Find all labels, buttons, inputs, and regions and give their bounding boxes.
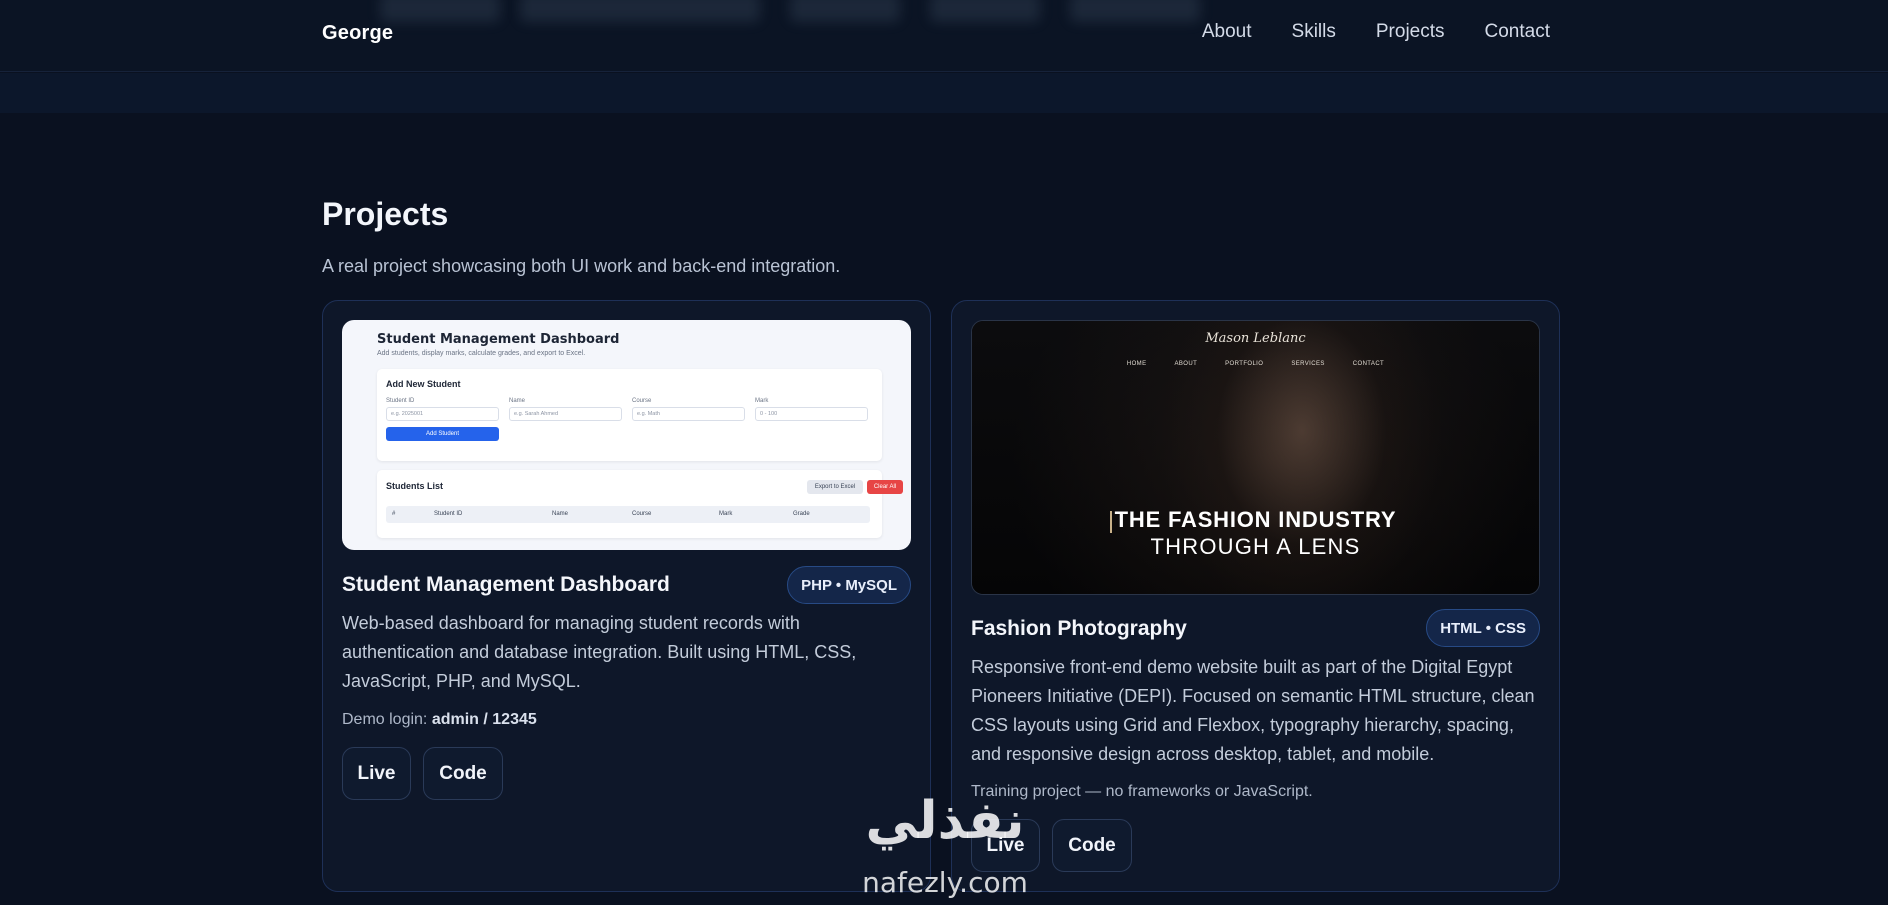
preview-form-panel: Add New Student Student ID Name Course M… [377,369,882,461]
project-title: Fashion Photography [971,617,1187,640]
project-preview-image[interactable]: Student Management Dashboard Add student… [342,320,911,550]
nav-link-contact[interactable]: Contact [1485,21,1550,43]
tech-badge: PHP • MySQL [787,566,911,604]
preview-input: e.g. Math [632,407,745,421]
preview-add-button: Add Student [386,427,499,441]
main-nav: About Skills Projects Contact [1202,21,1550,43]
project-title: Student Management Dashboard [342,573,670,596]
preview-title: Student Management Dashboard [377,332,620,347]
preview-input: 0 - 100 [755,407,868,421]
watermark-arabic: نفذلي [865,791,1025,851]
preview-col: Grade [793,511,810,517]
project-description: Web-based dashboard for managing student… [342,613,857,691]
preview-table-header: # Student ID Name Course Mark Grade [386,506,870,523]
blurred-background-strip [0,0,1888,72]
brand-logo[interactable]: George [322,22,393,45]
header-divider-band [0,73,1888,113]
preview-field-label: Student ID [386,398,415,404]
preview-col: Mark [719,511,733,517]
code-button[interactable]: Code [423,747,503,800]
preview-list-panel: Students List Export to Excel Clear All … [377,470,903,538]
live-button[interactable]: Live [342,747,411,800]
preview-list-title: Students List [386,481,444,491]
preview-nav-item: PORTFOLIO [1225,361,1264,367]
preview-form-title: Add New Student [386,379,461,389]
preview-nav-item: ABOUT [1174,361,1198,367]
preview-logo: Mason Leblanc [1205,331,1306,346]
tech-badge: HTML • CSS [1426,609,1540,647]
demo-login-credentials: admin / 12345 [431,711,537,728]
nav-link-about[interactable]: About [1202,21,1252,43]
preview-col: Course [632,511,652,517]
preview-input: e.g. 2025001 [386,407,499,421]
preview-field-label: Mark [755,398,769,404]
preview-headline: THE FASHION INDUSTRY [1114,507,1397,532]
preview-nav: HOME ABOUT PORTFOLIO SERVICES CONTACT [972,361,1539,367]
nav-link-projects[interactable]: Projects [1376,21,1445,43]
preview-headline-secondary: THROUGH A LENS [1150,534,1361,559]
nav-link-skills[interactable]: Skills [1292,21,1336,43]
preview-nav-item: SERVICES [1291,361,1325,367]
code-button[interactable]: Code [1052,819,1132,872]
project-description: Responsive front-end demo website built … [971,657,1535,764]
project-preview-image[interactable]: Mason Leblanc HOME ABOUT PORTFOLIO SERVI… [971,320,1540,595]
watermark-latin: nafezly.com [862,866,1028,899]
preview-col: Name [552,511,569,517]
preview-subtitle: Add students, display marks, calculate g… [377,350,586,357]
preview-nav-item: CONTACT [1352,361,1385,367]
preview-col: Student ID [434,511,463,517]
preview-col: # [392,511,396,517]
demo-login-note: Demo login: admin / 12345 [342,711,537,729]
preview-input: e.g. Sarah Ahmed [509,407,622,421]
demo-login-label: Demo login: [342,711,432,728]
preview-export-button: Export to Excel [807,480,863,494]
section-title: Projects [322,196,449,232]
section-subtitle: A real project showcasing both UI work a… [322,256,841,276]
preview-field-label: Course [632,398,652,404]
top-navbar: George About Skills Projects Contact [0,0,1888,72]
preview-nav-item: HOME [1126,361,1147,367]
preview-clear-button: Clear All [867,480,903,494]
preview-field-label: Name [509,398,526,404]
